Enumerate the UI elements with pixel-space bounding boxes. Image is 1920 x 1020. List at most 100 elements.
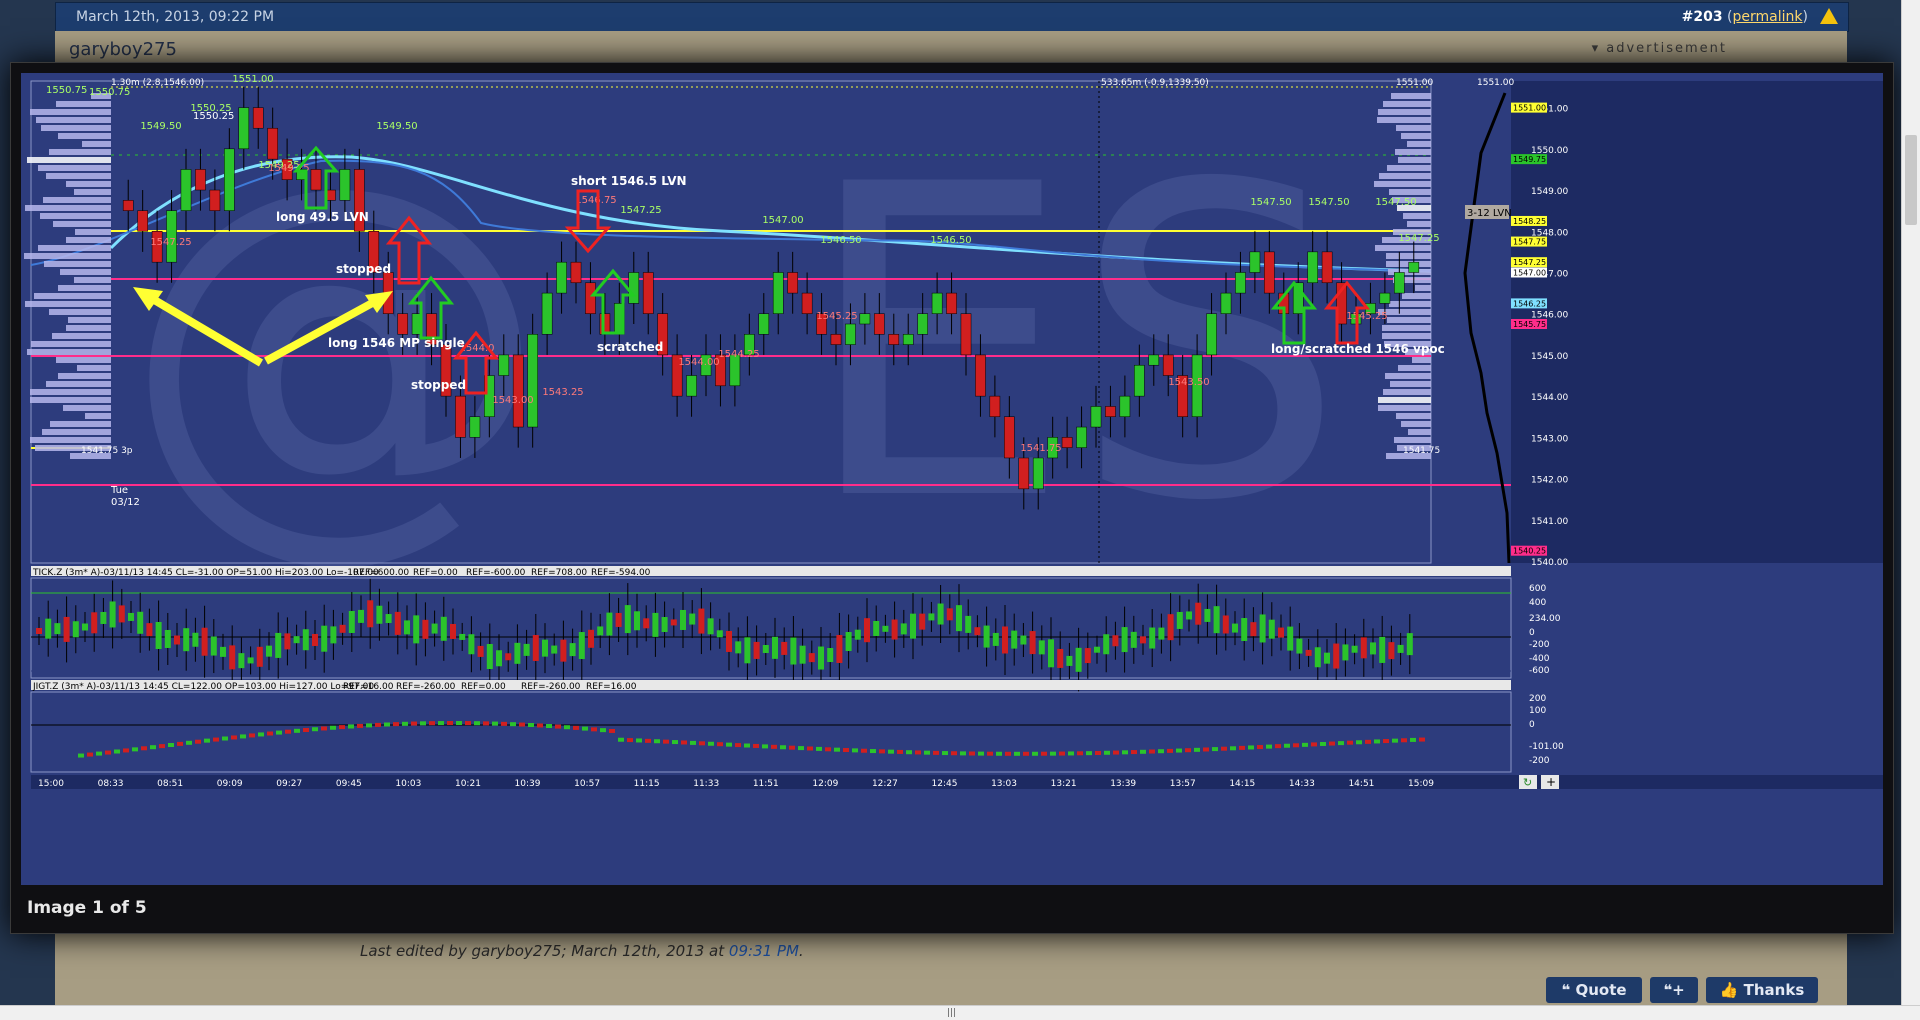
candle-up bbox=[180, 169, 192, 211]
warning-icon[interactable] bbox=[1820, 8, 1838, 24]
jigt-bar bbox=[1338, 741, 1344, 746]
scroll-grip-icon: ||| bbox=[947, 1008, 957, 1018]
profile-bar bbox=[1398, 157, 1431, 163]
time-tick-label: 13:21 bbox=[1051, 779, 1077, 789]
profile-bar bbox=[56, 357, 111, 363]
quote-button[interactable]: ❝ Quote bbox=[1546, 977, 1642, 1003]
candle-down bbox=[512, 354, 524, 428]
vertical-scrollbar[interactable] bbox=[1901, 0, 1920, 1005]
tick-bar bbox=[1167, 614, 1174, 641]
price-marker-label: 1549.75 bbox=[1513, 155, 1546, 164]
candle-down bbox=[1264, 251, 1275, 294]
tick-bar bbox=[385, 614, 392, 624]
tick-bar bbox=[716, 630, 723, 638]
low-annotation: 1545.25 bbox=[1346, 311, 1387, 322]
tick-bar bbox=[477, 645, 484, 657]
tick-bar bbox=[946, 608, 953, 621]
tick-axis-label: -600 bbox=[1529, 666, 1550, 676]
jigt-bar bbox=[105, 750, 111, 755]
note-scratched: scratched bbox=[597, 340, 663, 354]
jigt-bar bbox=[375, 722, 381, 727]
vertical-scroll-thumb[interactable] bbox=[1905, 135, 1917, 225]
tick-bar bbox=[1186, 611, 1192, 620]
tick-bar bbox=[689, 613, 696, 625]
tick-bar bbox=[266, 645, 272, 657]
tick-bar bbox=[1149, 627, 1156, 649]
profile-bar bbox=[60, 269, 111, 275]
tick-bar bbox=[137, 611, 144, 634]
tick-bar bbox=[1084, 648, 1091, 664]
tick-bar bbox=[735, 641, 742, 654]
candle-down bbox=[455, 395, 466, 438]
time-tick-label: 14:51 bbox=[1348, 779, 1374, 789]
tick-bar bbox=[450, 623, 456, 639]
profile-bar bbox=[58, 133, 111, 139]
multiquote-button[interactable]: ❝+ bbox=[1650, 977, 1698, 1003]
jigt-bar bbox=[672, 740, 678, 745]
candle-up bbox=[931, 292, 943, 314]
chart-image[interactable]: @ ES 1551.00 1550.00 1549.00 1548.00 1547.00… bbox=[21, 73, 1883, 885]
profile-bar bbox=[66, 237, 111, 243]
tick-bar bbox=[1232, 623, 1238, 633]
jigt-bar bbox=[1104, 750, 1110, 755]
candle-down bbox=[989, 395, 1001, 417]
high-annotation: 1546.50 bbox=[820, 235, 861, 246]
profile-bar bbox=[1401, 421, 1431, 427]
jigt-bar bbox=[330, 725, 336, 730]
time-tick-label: 11:15 bbox=[634, 779, 660, 789]
username[interactable]: garyboy275 bbox=[69, 39, 177, 60]
profile-bar bbox=[1383, 101, 1431, 107]
profile-bar bbox=[1378, 405, 1431, 411]
jigt-bar bbox=[1392, 738, 1398, 743]
tick-bar bbox=[781, 641, 788, 655]
tick-bar bbox=[1241, 618, 1248, 642]
profile-bar bbox=[1378, 109, 1431, 115]
post-footer: Last edited by garyboy275; March 12th, 2… bbox=[55, 933, 1847, 1005]
profile-bar bbox=[56, 101, 111, 107]
jigt-bar bbox=[411, 721, 417, 726]
jigt-bar bbox=[1077, 751, 1083, 756]
profile-bar bbox=[63, 405, 111, 411]
tick-bar bbox=[404, 620, 410, 635]
horizontal-scrollbar[interactable]: ||| bbox=[0, 1005, 1920, 1020]
jigt-bar bbox=[348, 724, 354, 729]
low-annotation: 1543.00 bbox=[492, 395, 533, 406]
time-tick-label: 09:09 bbox=[217, 779, 243, 789]
jigt-bar bbox=[537, 723, 543, 728]
jigt-bar bbox=[402, 721, 408, 726]
edit-note-text: Last edited by garyboy275; March 12th, 2… bbox=[360, 942, 725, 960]
jigt-bar bbox=[879, 749, 885, 754]
profile-bar bbox=[38, 165, 111, 171]
thanks-button[interactable]: 👍 Thanks bbox=[1706, 977, 1818, 1003]
profile-bar bbox=[49, 309, 111, 315]
tick-bar bbox=[578, 632, 585, 660]
jigt-bar bbox=[609, 728, 615, 733]
advertisement-text: advertisement bbox=[1606, 41, 1727, 56]
jigt-bar bbox=[186, 740, 192, 745]
candle-down bbox=[874, 313, 885, 335]
jigt-bar bbox=[474, 721, 480, 726]
tick-bar bbox=[707, 618, 714, 635]
tick-bar bbox=[790, 637, 797, 665]
tick-bar bbox=[1370, 642, 1376, 655]
profile-bar bbox=[30, 397, 111, 403]
profile-bar bbox=[1377, 117, 1431, 123]
profile-bar bbox=[30, 389, 111, 395]
candle-up bbox=[1148, 354, 1160, 366]
profile-bar bbox=[1389, 189, 1431, 195]
jigt-bar bbox=[780, 745, 786, 750]
tick-axis-label: 234.00 bbox=[1529, 614, 1561, 624]
candle-up bbox=[845, 323, 856, 345]
permalink-link[interactable]: permalink bbox=[1733, 9, 1803, 25]
tick-bar bbox=[486, 644, 493, 670]
price-marker-label: 1540.25 bbox=[1513, 547, 1546, 556]
high-annotation: 1547.50 bbox=[1250, 197, 1291, 208]
jigt-bar bbox=[654, 739, 660, 744]
tick-bar bbox=[459, 633, 466, 640]
jigt-bar bbox=[1239, 745, 1245, 750]
candle-up bbox=[527, 334, 538, 428]
time-tick-label: 09:27 bbox=[276, 779, 302, 789]
tick-bar bbox=[468, 634, 475, 655]
advertisement-label: ▾ advertisement bbox=[1591, 41, 1727, 56]
jigt-bar bbox=[456, 721, 462, 726]
